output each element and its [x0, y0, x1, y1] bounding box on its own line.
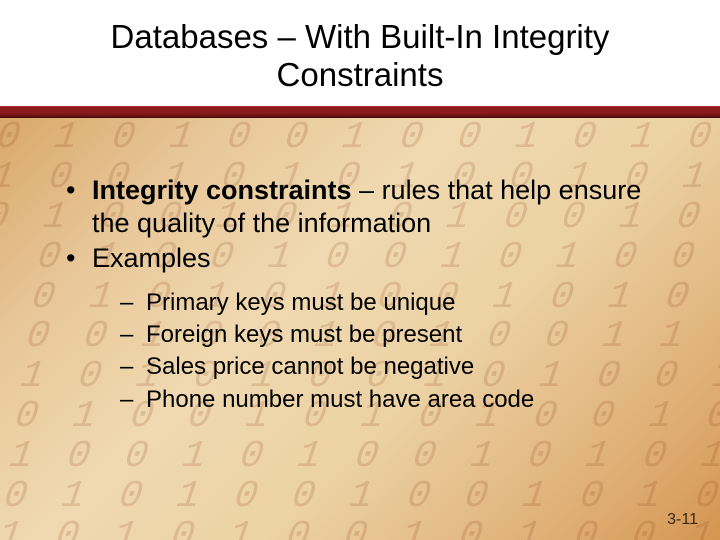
- slide-title: Databases – With Built-In Integrity Cons…: [40, 18, 680, 94]
- slide: Databases – With Built-In Integrity Cons…: [0, 0, 720, 540]
- sub-bullet-item: Sales price cannot be negative: [120, 351, 660, 383]
- bullet-item: Integrity constraints – rules that help …: [60, 174, 660, 240]
- bullet-bold: Integrity constraints: [92, 175, 352, 205]
- divider-bar: [0, 106, 720, 118]
- bullet-item: Examples Primary keys must be unique For…: [60, 242, 660, 417]
- bullet-text: Examples: [92, 243, 211, 273]
- content: Integrity constraints – rules that help …: [0, 118, 720, 416]
- sub-bullet-list: Primary keys must be unique Foreign keys…: [120, 287, 660, 417]
- page-number: 3-11: [667, 511, 698, 529]
- bullet-list: Integrity constraints – rules that help …: [60, 174, 660, 416]
- sub-bullet-item: Foreign keys must be present: [120, 319, 660, 351]
- sub-bullet-item: Phone number must have area code: [120, 384, 660, 416]
- sub-bullet-item: Primary keys must be unique: [120, 287, 660, 319]
- title-area: Databases – With Built-In Integrity Cons…: [0, 0, 720, 106]
- content-area: 0 1 0 1 0 0 1 0 0 1 0 1 0 0 1 0 1 0 0 1 …: [0, 118, 720, 540]
